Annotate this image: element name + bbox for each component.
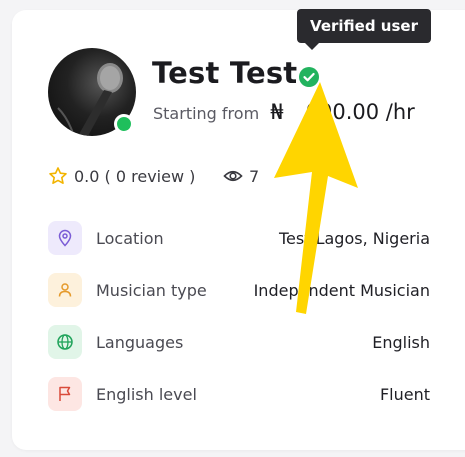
tooltip-arrow — [305, 43, 319, 50]
english-level-value: Fluent — [379, 385, 430, 404]
location-pin-icon — [58, 229, 72, 247]
languages-label: Languages — [96, 333, 184, 352]
languages-icon-box — [48, 325, 82, 359]
detail-row-location: Location Test Lagos, Nigeria — [48, 221, 430, 257]
online-status-dot — [114, 114, 134, 134]
star-icon — [49, 167, 67, 184]
languages-value: English — [372, 333, 430, 352]
musician-type-label: Musician type — [96, 281, 207, 300]
globe-icon — [57, 334, 73, 350]
musician-type-icon-box — [48, 273, 82, 307]
detail-row-english-level: English level Fluent — [48, 377, 430, 413]
eye-icon — [223, 170, 243, 182]
detail-row-musician-type: Musician type Independent Musician — [48, 273, 430, 309]
rating: 0.0 ( 0 review ) — [48, 166, 195, 186]
verified-tooltip: Verified user — [297, 9, 431, 43]
english-level-icon-box — [48, 377, 82, 411]
english-level-label: English level — [96, 385, 197, 404]
flag-icon — [59, 386, 71, 401]
starting-from-label: Starting from — [153, 104, 260, 123]
location-icon-box — [48, 221, 82, 255]
review-count[interactable]: ( 0 review ) — [105, 167, 196, 186]
detail-row-languages: Languages English — [48, 325, 430, 361]
user-icon — [58, 283, 72, 297]
annotation-arrow-icon — [274, 82, 358, 314]
rating-value: 0.0 — [74, 167, 100, 186]
views: 7 — [223, 166, 259, 186]
location-label: Location — [96, 229, 164, 248]
